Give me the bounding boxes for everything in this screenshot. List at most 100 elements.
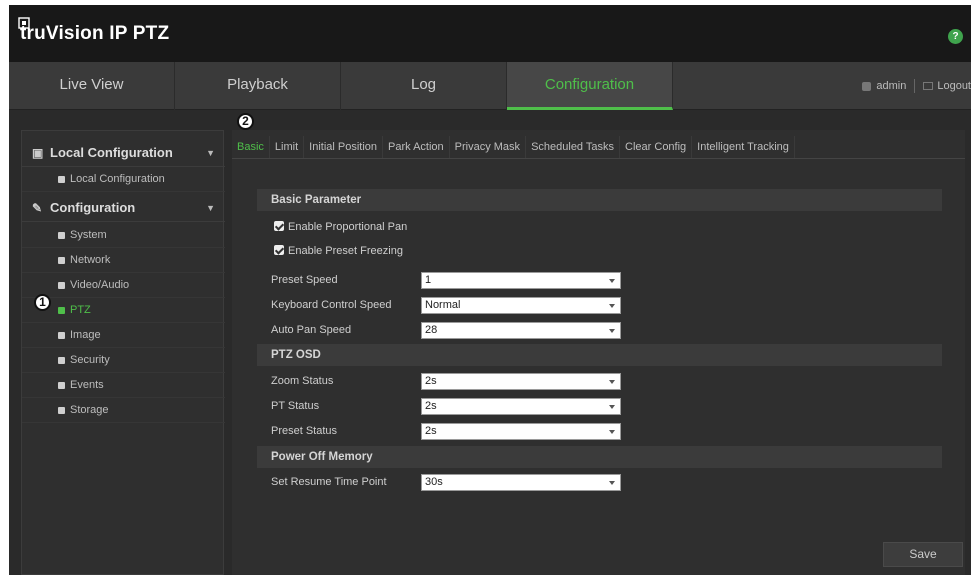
bullet-icon bbox=[58, 257, 65, 264]
sub-tabs: Basic Limit Initial Position Park Action… bbox=[232, 136, 795, 158]
preset-status-select[interactable]: 2s bbox=[421, 423, 621, 440]
dropdown-caret-icon bbox=[609, 405, 615, 409]
select-value: Normal bbox=[425, 299, 461, 311]
sidebar-group-local-configuration[interactable]: ▣ Local Configuration ▼ bbox=[22, 139, 225, 167]
help-icon[interactable]: ? bbox=[948, 29, 963, 44]
bullet-icon bbox=[58, 282, 65, 289]
keyboard-control-speed-select[interactable]: Normal bbox=[421, 297, 621, 314]
subtab-clear-config[interactable]: Clear Config bbox=[620, 136, 693, 158]
keyboard-control-speed-label: Keyboard Control Speed bbox=[271, 299, 392, 311]
sidebar-group-label: Configuration bbox=[50, 200, 136, 215]
sidebar-item-network[interactable]: Network bbox=[22, 248, 225, 273]
subtab-park-action[interactable]: Park Action bbox=[383, 136, 450, 158]
sidebar-item-label: Storage bbox=[70, 404, 109, 416]
sidebar-item-label: PTZ bbox=[70, 304, 91, 316]
dropdown-caret-icon bbox=[609, 304, 615, 308]
subtab-privacy-mask[interactable]: Privacy Mask bbox=[450, 136, 527, 158]
divider bbox=[914, 79, 916, 93]
sidebar-item-local-configuration[interactable]: Local Configuration bbox=[22, 167, 225, 192]
dropdown-caret-icon bbox=[609, 279, 615, 283]
dropdown-caret-icon bbox=[609, 380, 615, 384]
sidebar-item-video-audio[interactable]: Video/Audio bbox=[22, 273, 225, 298]
section-power-off-memory: Power Off Memory bbox=[257, 446, 942, 468]
sidebar-item-events[interactable]: Events bbox=[22, 373, 225, 398]
sidebar-item-label: Network bbox=[70, 254, 111, 266]
bullet-icon bbox=[58, 382, 65, 389]
bullet-icon bbox=[58, 407, 65, 414]
set-resume-time-point-label: Set Resume Time Point bbox=[271, 476, 387, 488]
dropdown-caret-icon bbox=[609, 430, 615, 434]
subtab-scheduled-tasks[interactable]: Scheduled Tasks bbox=[526, 136, 621, 158]
sidebar-item-ptz[interactable]: PTZ bbox=[22, 298, 225, 323]
callout-2: 2 bbox=[237, 113, 254, 130]
subtab-basic[interactable]: Basic bbox=[232, 136, 270, 158]
sidebar-item-label: Local Configuration bbox=[70, 173, 165, 185]
sidebar-item-storage[interactable]: Storage bbox=[22, 398, 225, 423]
chevron-down-icon: ▼ bbox=[206, 203, 215, 213]
tab-configuration[interactable]: Configuration bbox=[507, 62, 673, 110]
save-button[interactable]: Save bbox=[883, 542, 963, 567]
dropdown-caret-icon bbox=[609, 481, 615, 485]
sidebar: ▣ Local Configuration ▼ Local Configurati… bbox=[21, 130, 225, 575]
checkbox-checked-icon[interactable] bbox=[274, 245, 284, 255]
subtab-limit[interactable]: Limit bbox=[270, 136, 305, 158]
sidebar-item-security[interactable]: Security bbox=[22, 348, 225, 373]
local-config-icon: ▣ bbox=[32, 146, 44, 160]
divider bbox=[232, 158, 965, 159]
top-header: truVision IP PTZ ? bbox=[9, 5, 971, 62]
main-panel: Basic Limit Initial Position Park Action… bbox=[232, 130, 965, 575]
user-icon bbox=[862, 81, 872, 91]
main-nav: Live View Playback Log Configuration adm… bbox=[9, 62, 971, 110]
section-ptz-osd: PTZ OSD bbox=[257, 344, 942, 366]
select-value: 1 bbox=[425, 274, 432, 286]
logout-icon bbox=[923, 82, 934, 90]
bullet-icon bbox=[58, 357, 65, 364]
tab-playback[interactable]: Playback bbox=[175, 62, 341, 110]
pt-status-label: PT Status bbox=[271, 400, 320, 412]
enable-preset-freezing-checkbox[interactable]: Enable Preset Freezing bbox=[274, 242, 403, 260]
bullet-icon bbox=[58, 332, 65, 339]
subtab-initial-position[interactable]: Initial Position bbox=[304, 136, 384, 158]
bullet-icon bbox=[58, 232, 65, 239]
tab-log[interactable]: Log bbox=[341, 62, 507, 110]
bullet-icon bbox=[58, 307, 65, 314]
preset-speed-label: Preset Speed bbox=[271, 274, 338, 286]
chevron-down-icon: ▼ bbox=[206, 148, 215, 158]
preset-speed-select[interactable]: 1 bbox=[421, 272, 621, 289]
sidebar-item-system[interactable]: System bbox=[22, 223, 225, 248]
dropdown-caret-icon bbox=[609, 329, 615, 333]
auto-pan-speed-select[interactable]: 28 bbox=[421, 322, 621, 339]
checkbox-label: Enable Preset Freezing bbox=[288, 245, 403, 257]
sidebar-item-label: System bbox=[70, 229, 107, 241]
username[interactable]: admin bbox=[876, 80, 906, 92]
checkbox-checked-icon[interactable] bbox=[274, 221, 284, 231]
enable-proportional-pan-checkbox[interactable]: Enable Proportional Pan bbox=[274, 218, 407, 236]
zoom-status-select[interactable]: 2s bbox=[421, 373, 621, 390]
app-logo: truVision IP PTZ bbox=[20, 23, 170, 44]
sidebar-group-configuration[interactable]: ✎ Configuration ▼ bbox=[22, 194, 225, 222]
app-window: truVision IP PTZ ? Live View Playback Lo… bbox=[9, 5, 971, 575]
select-value: 2s bbox=[425, 425, 437, 437]
bullet-icon bbox=[58, 176, 65, 183]
checkbox-label: Enable Proportional Pan bbox=[288, 221, 408, 233]
auto-pan-speed-label: Auto Pan Speed bbox=[271, 324, 352, 336]
select-value: 28 bbox=[425, 324, 438, 336]
callout-1: 1 bbox=[34, 294, 51, 311]
wrench-icon: ✎ bbox=[32, 201, 43, 215]
pt-status-select[interactable]: 2s bbox=[421, 398, 621, 415]
set-resume-time-point-select[interactable]: 30s bbox=[421, 474, 621, 491]
section-basic-parameter: Basic Parameter bbox=[257, 189, 942, 211]
logout-link[interactable]: Logout bbox=[937, 80, 971, 92]
sidebar-item-image[interactable]: Image bbox=[22, 323, 225, 348]
sidebar-item-label: Security bbox=[70, 354, 110, 366]
select-value: 2s bbox=[425, 375, 437, 387]
select-value: 30s bbox=[425, 476, 443, 488]
tab-live-view[interactable]: Live View bbox=[9, 62, 175, 110]
sidebar-item-label: Image bbox=[70, 329, 101, 341]
subtab-intelligent-tracking[interactable]: Intelligent Tracking bbox=[692, 136, 795, 158]
sidebar-item-label: Video/Audio bbox=[70, 279, 130, 291]
zoom-status-label: Zoom Status bbox=[271, 375, 334, 387]
sidebar-group-label: Local Configuration bbox=[50, 145, 173, 160]
user-area: admin Logout bbox=[862, 62, 971, 110]
sidebar-item-label: Events bbox=[70, 379, 104, 391]
